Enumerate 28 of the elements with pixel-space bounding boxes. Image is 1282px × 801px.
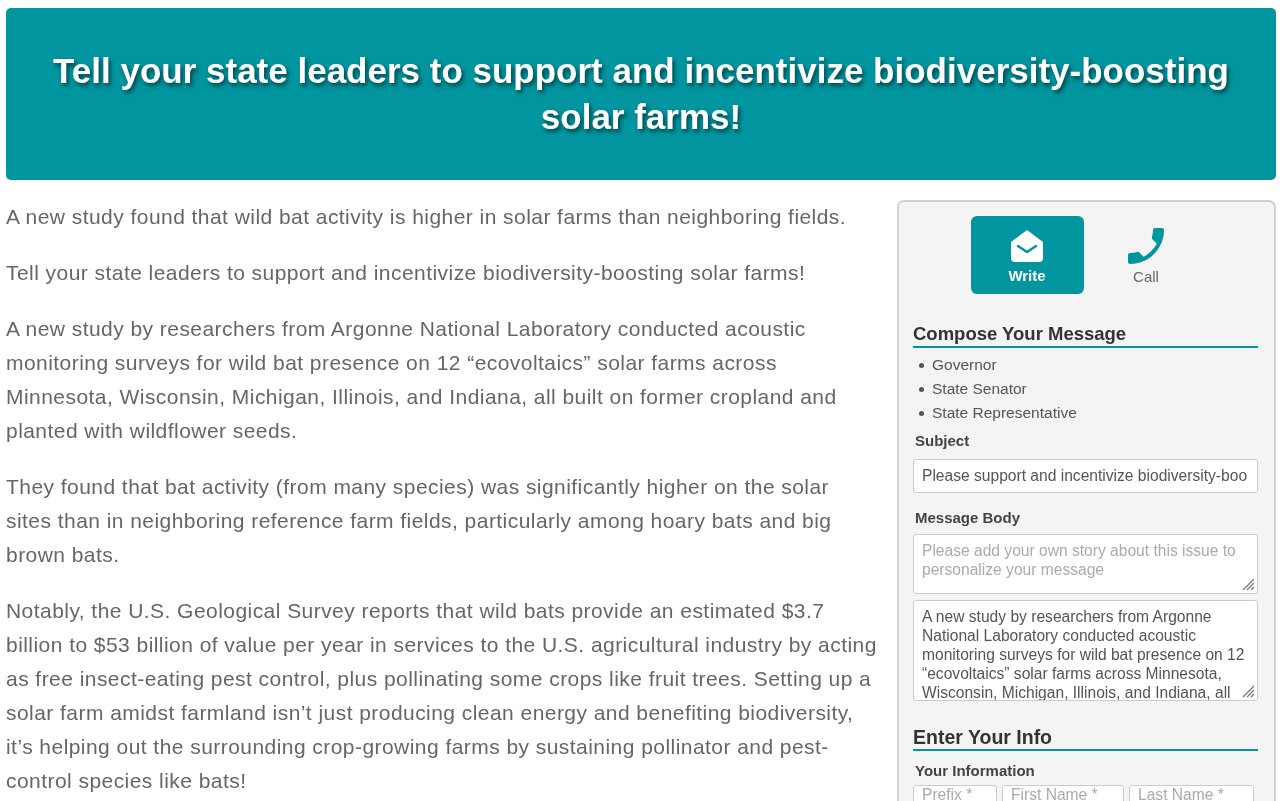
article-paragraph: Notably, the U.S. Geological Survey reports that wild bats provide an estimated $3.7 billion to $53 billion of value per year in services to the U.S. agricultural industry by acting as free insect-eating pest control, plus pollinating some crops like fruit trees. Setting up a solar farm amidst farmland isn’t just producing clean energy and benefiting biodiversity, it’s helping out the surrounding crop-growing farms by sustaining pollinator and pest-control species like bats! <box>6 598 878 794</box>
page-title: Tell your state leaders to support and incentivize biodiversity-boosting solar farms! <box>52 50 1230 138</box>
name-field[interactable]: First Name * <box>1002 785 1124 801</box>
section-heading: Enter Your Info <box>913 725 1258 751</box>
field-label: Your Information <box>915 761 1036 781</box>
field-label: Subject <box>915 431 971 451</box>
name-field[interactable]: Prefix * <box>913 785 997 801</box>
bullet-icon <box>919 362 924 368</box>
subject-field[interactable]: Please support and incentivize biodiversity-boo <box>913 459 1258 493</box>
recipient-item: Governor <box>932 356 997 374</box>
resize-grip-icon[interactable] <box>1242 578 1255 591</box>
recipient-item: State Representative <box>932 404 1077 422</box>
write-tab[interactable]: Write <box>970 216 1084 294</box>
field-label: Message Body <box>915 508 1022 528</box>
article-paragraph: A new study found that wild bat activity is higher in solar farms than neighboring fields. <box>6 204 848 230</box>
article-paragraph: They found that bat activity (from many species) was significantly higher on the solar sites than in neighboring reference farm fields, particularly among hoary bats and big brown bats. <box>6 474 833 568</box>
article-paragraph: A new study by researchers from Argonne National Laboratory conducted acoustic monitoring surveys for wild bat presence on 12 “ecovoltaics” solar farms across Minnesota, Wisconsin, Michigan, Illinois, and Indiana, all built on former cropland and planted with wildflower seeds. <box>6 316 838 444</box>
envelope-icon <box>1009 228 1045 263</box>
bullet-icon <box>919 386 924 392</box>
bullet-icon <box>919 410 924 416</box>
resize-grip-icon[interactable] <box>1242 685 1255 698</box>
story-textarea[interactable]: Please add your own story about this issue to personalize your message <box>913 534 1258 594</box>
recipient-item: State Senator <box>932 380 1027 398</box>
call-tab[interactable]: Call <box>1089 216 1203 294</box>
phone-icon <box>1128 227 1164 264</box>
article-paragraph: Tell your state leaders to support and incentivize biodiversity-boosting solar farms! <box>6 260 807 286</box>
name-field[interactable]: Last Name * <box>1129 785 1254 801</box>
section-heading: Compose Your Message <box>913 322 1258 348</box>
